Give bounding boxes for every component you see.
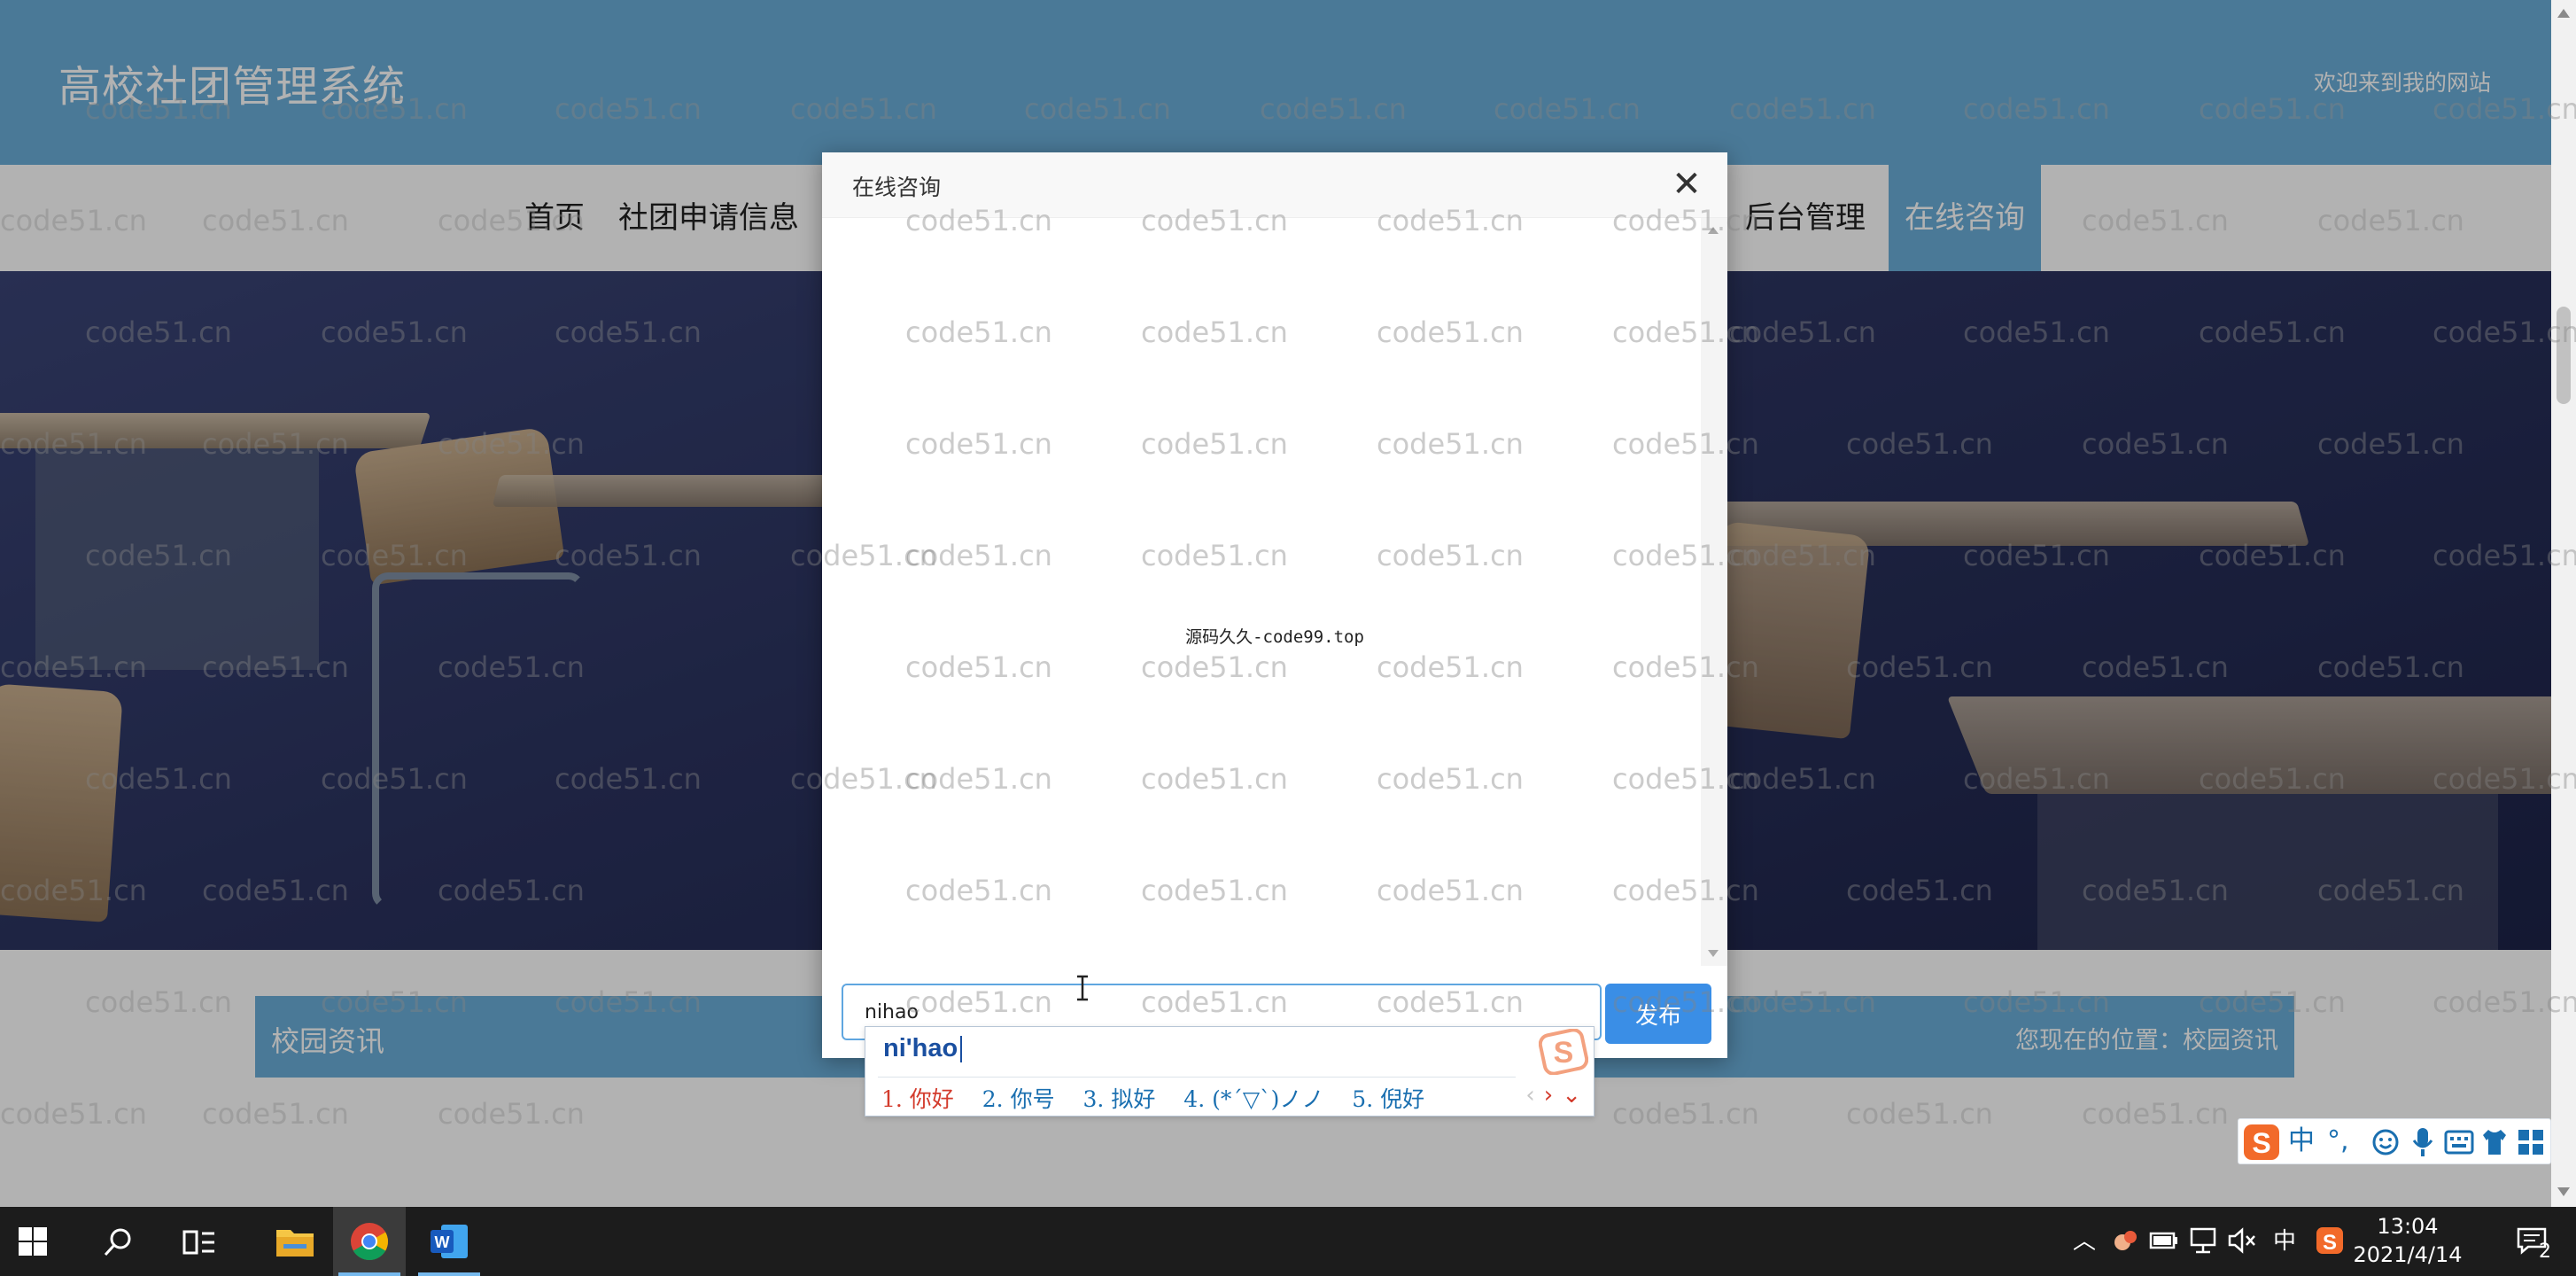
page-scrollbar[interactable]: [2551, 0, 2576, 1207]
ime-candidate-popup: ni'hao S 1. 你好 2. 你号 3. 拟好 4. (*´▽`)ノノ 5…: [865, 1026, 1594, 1116]
taskbar-chrome[interactable]: [333, 1207, 406, 1276]
tray-chevron-up-icon[interactable]: ︿: [2073, 1226, 2096, 1257]
source-watermark-label: 源码久久-code99.top: [1185, 627, 1364, 647]
chat-scroll-up-icon[interactable]: [1708, 227, 1719, 234]
ime-candidate[interactable]: 5. 倪好: [1352, 1082, 1424, 1114]
keyboard-icon[interactable]: [2444, 1130, 2474, 1155]
microphone-icon[interactable]: [2410, 1126, 2435, 1158]
ime-candidate[interactable]: 1. 你好: [881, 1082, 954, 1114]
svg-text:S: S: [2323, 1231, 2337, 1255]
consult-dialog: 在线咨询 ✕ 源码久久-code99.top 发布: [822, 152, 1727, 1058]
emoji-icon[interactable]: [2371, 1128, 2400, 1156]
active-indicator: [418, 1272, 480, 1276]
dialog-header: 在线咨询 ✕: [822, 152, 1727, 218]
scroll-up-icon[interactable]: [2557, 9, 2570, 18]
chat-scroll-down-icon[interactable]: [1708, 950, 1719, 957]
chrome-icon: [351, 1223, 388, 1261]
skin-shirt-icon[interactable]: [2481, 1128, 2508, 1156]
folder-icon: [276, 1230, 314, 1257]
svg-text:S: S: [2252, 1127, 2270, 1159]
sogou-logo-icon: S: [1539, 1029, 1588, 1075]
ime-pager: ‹ › ⌄: [1517, 1082, 1581, 1109]
clock-date[interactable]: 2021/4/14: [2337, 1242, 2479, 1267]
task-view-icon[interactable]: [182, 1228, 216, 1257]
page-scroll-thumb[interactable]: [2557, 307, 2571, 404]
network-icon[interactable]: [2188, 1226, 2218, 1255]
windows-taskbar: W ︿ 中 S 13:04 2021/4/14 2: [0, 1207, 2576, 1276]
chat-scrollbar[interactable]: [1701, 218, 1727, 966]
speaker-muted-icon[interactable]: [2227, 1226, 2257, 1255]
svg-text:S: S: [1554, 1036, 1574, 1070]
ime-expand-icon[interactable]: ⌄: [1562, 1082, 1581, 1109]
publish-button[interactable]: 发布: [1605, 984, 1711, 1044]
ime-candidate[interactable]: 3. 拟好: [1083, 1082, 1156, 1114]
ime-lang-toggle[interactable]: 中: [2288, 1124, 2315, 1158]
ime-divider: [878, 1077, 1516, 1078]
ime-candidate-list: 1. 你好 2. 你号 3. 拟好 4. (*´▽`)ノノ 5. 倪好: [881, 1082, 1446, 1114]
ime-next-page-icon[interactable]: ›: [1544, 1082, 1553, 1109]
tray-app-icon[interactable]: [2112, 1226, 2140, 1255]
close-icon[interactable]: ✕: [1667, 165, 1706, 204]
windows-start-icon[interactable]: [18, 1226, 48, 1257]
taskbar-file-explorer[interactable]: [259, 1207, 331, 1276]
ime-status-toolbar: S 中 °,: [2238, 1118, 2551, 1164]
text-cursor-icon: [1077, 975, 1088, 1001]
ime-pinyin-composition: ni'hao: [883, 1034, 962, 1063]
scroll-down-icon[interactable]: [2557, 1187, 2570, 1196]
ime-candidate[interactable]: 2. 你号: [982, 1082, 1055, 1114]
dialog-title: 在线咨询: [852, 175, 942, 200]
active-indicator: [338, 1272, 400, 1276]
notification-center-button[interactable]: 2: [2512, 1223, 2562, 1263]
input-language-indicator[interactable]: 中: [2273, 1226, 2296, 1257]
battery-icon[interactable]: [2149, 1228, 2179, 1253]
notification-count: 2: [2539, 1241, 2551, 1263]
chat-messages-area[interactable]: 源码久久-code99.top: [822, 218, 1727, 966]
word-icon: W: [431, 1225, 468, 1258]
ime-candidate[interactable]: 4. (*´▽`)ノノ: [1183, 1082, 1323, 1114]
ime-prev-page-icon[interactable]: ‹: [1525, 1082, 1534, 1109]
taskbar-word[interactable]: W: [413, 1207, 485, 1276]
svg-text:W: W: [435, 1233, 450, 1251]
toolbox-grid-icon[interactable]: [2517, 1128, 2545, 1156]
search-icon[interactable]: [103, 1226, 135, 1258]
clock-time[interactable]: 13:04: [2337, 1214, 2479, 1239]
sogou-s-icon[interactable]: S: [2240, 1121, 2283, 1163]
ime-punct-toggle[interactable]: °,: [2327, 1124, 2349, 1158]
